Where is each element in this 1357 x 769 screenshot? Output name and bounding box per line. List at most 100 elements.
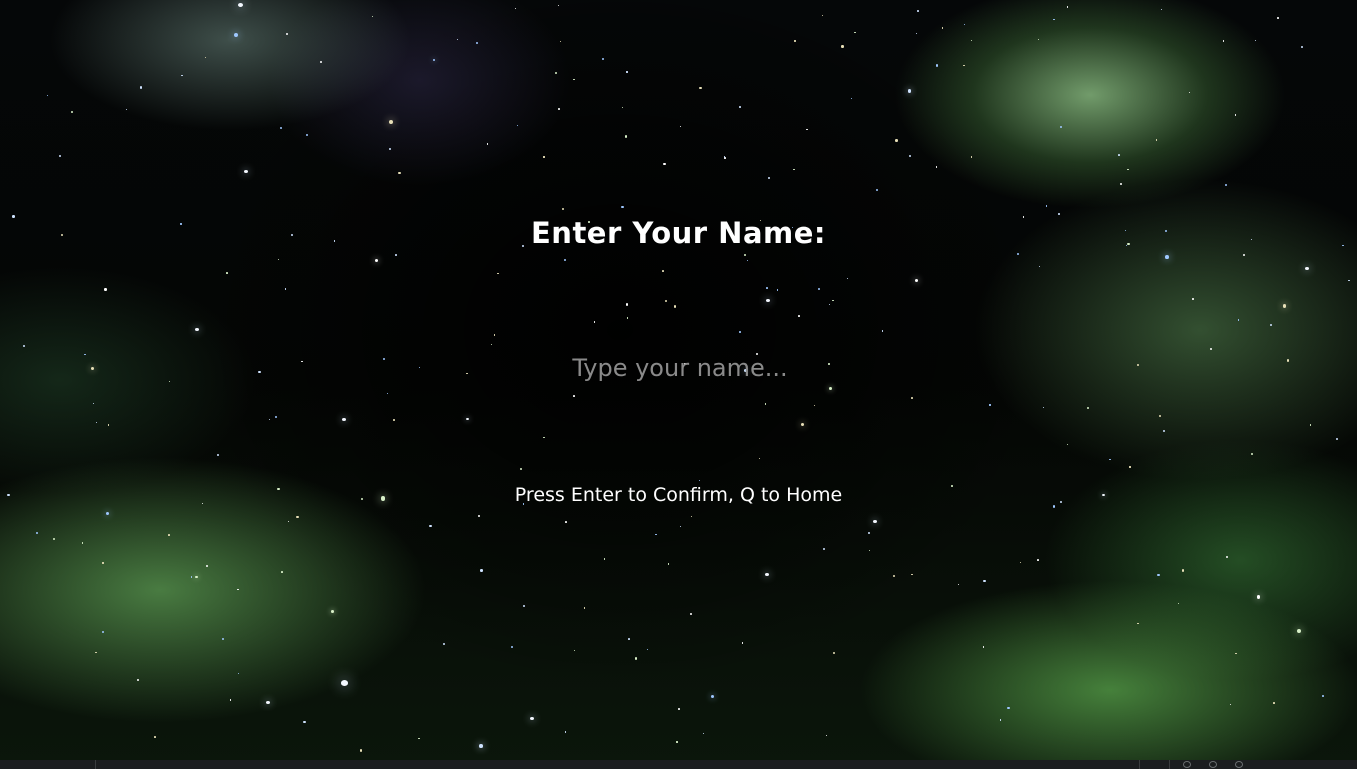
star <box>970 39 973 42</box>
star <box>854 31 857 34</box>
star <box>523 604 526 607</box>
star <box>983 580 986 583</box>
star <box>493 334 496 336</box>
star <box>680 125 682 128</box>
star <box>371 15 374 18</box>
star <box>673 305 676 308</box>
star <box>1224 184 1228 187</box>
star <box>275 416 278 419</box>
star <box>515 8 517 10</box>
game-screen: Enter Your Name: Press Enter to Confirm,… <box>0 0 1357 769</box>
star <box>1287 359 1290 362</box>
star <box>205 565 208 568</box>
star <box>667 563 669 565</box>
star <box>573 78 575 80</box>
star <box>266 701 270 705</box>
star <box>229 699 232 701</box>
star <box>71 111 74 114</box>
star <box>237 588 239 591</box>
taskbar <box>0 760 1357 769</box>
star <box>561 207 564 210</box>
star <box>217 454 220 457</box>
star <box>710 694 714 698</box>
star <box>238 3 243 7</box>
star <box>758 457 761 460</box>
star <box>679 525 682 528</box>
wifi-icon[interactable] <box>1183 761 1191 768</box>
star <box>286 32 289 36</box>
star <box>1237 319 1240 321</box>
star <box>573 394 575 397</box>
star <box>1270 324 1273 327</box>
star <box>1042 407 1044 409</box>
star <box>691 516 693 518</box>
star <box>893 575 896 578</box>
star <box>169 380 171 383</box>
star <box>342 418 346 422</box>
star <box>1191 297 1194 300</box>
star <box>828 304 830 306</box>
star <box>1137 622 1139 625</box>
star <box>478 514 481 517</box>
star <box>287 520 289 522</box>
star <box>1067 443 1069 446</box>
star <box>442 642 445 646</box>
star <box>964 23 966 25</box>
star <box>621 106 623 108</box>
star <box>825 734 828 737</box>
star <box>1060 125 1063 128</box>
star <box>543 156 545 158</box>
star <box>107 424 110 426</box>
star <box>662 269 665 272</box>
star <box>908 155 912 158</box>
star <box>125 108 128 111</box>
star <box>81 542 84 544</box>
star <box>689 612 692 615</box>
star <box>555 72 558 75</box>
star <box>574 649 576 651</box>
star <box>84 353 86 355</box>
star <box>388 119 393 124</box>
star <box>1007 706 1010 710</box>
star <box>797 314 800 317</box>
star <box>677 708 680 710</box>
star <box>846 277 849 279</box>
star <box>319 60 322 63</box>
star <box>543 436 545 439</box>
star <box>841 45 844 48</box>
star <box>914 278 918 283</box>
star <box>1037 559 1039 562</box>
star <box>765 573 769 577</box>
star <box>519 467 522 471</box>
star <box>456 38 458 40</box>
star <box>1335 437 1339 441</box>
star <box>1053 19 1055 21</box>
star <box>1045 205 1048 208</box>
star <box>970 156 973 158</box>
star <box>794 40 796 42</box>
star <box>195 575 198 579</box>
shield-icon[interactable] <box>1209 761 1217 768</box>
star <box>851 97 853 100</box>
star <box>793 168 795 171</box>
star <box>1157 574 1160 577</box>
star <box>393 419 396 422</box>
star <box>699 86 702 90</box>
star <box>190 576 193 578</box>
star <box>92 403 94 405</box>
name-input[interactable] <box>478 345 882 391</box>
star <box>806 128 808 130</box>
star <box>168 534 171 536</box>
star <box>1296 629 1301 634</box>
star <box>747 260 749 262</box>
star <box>908 89 912 93</box>
microphone-icon[interactable] <box>1235 761 1243 768</box>
star <box>221 637 225 640</box>
star <box>497 272 499 274</box>
star <box>375 258 379 263</box>
star <box>911 573 913 576</box>
star <box>1165 255 1169 259</box>
star <box>46 94 49 97</box>
star <box>1087 406 1090 409</box>
star <box>764 403 767 405</box>
